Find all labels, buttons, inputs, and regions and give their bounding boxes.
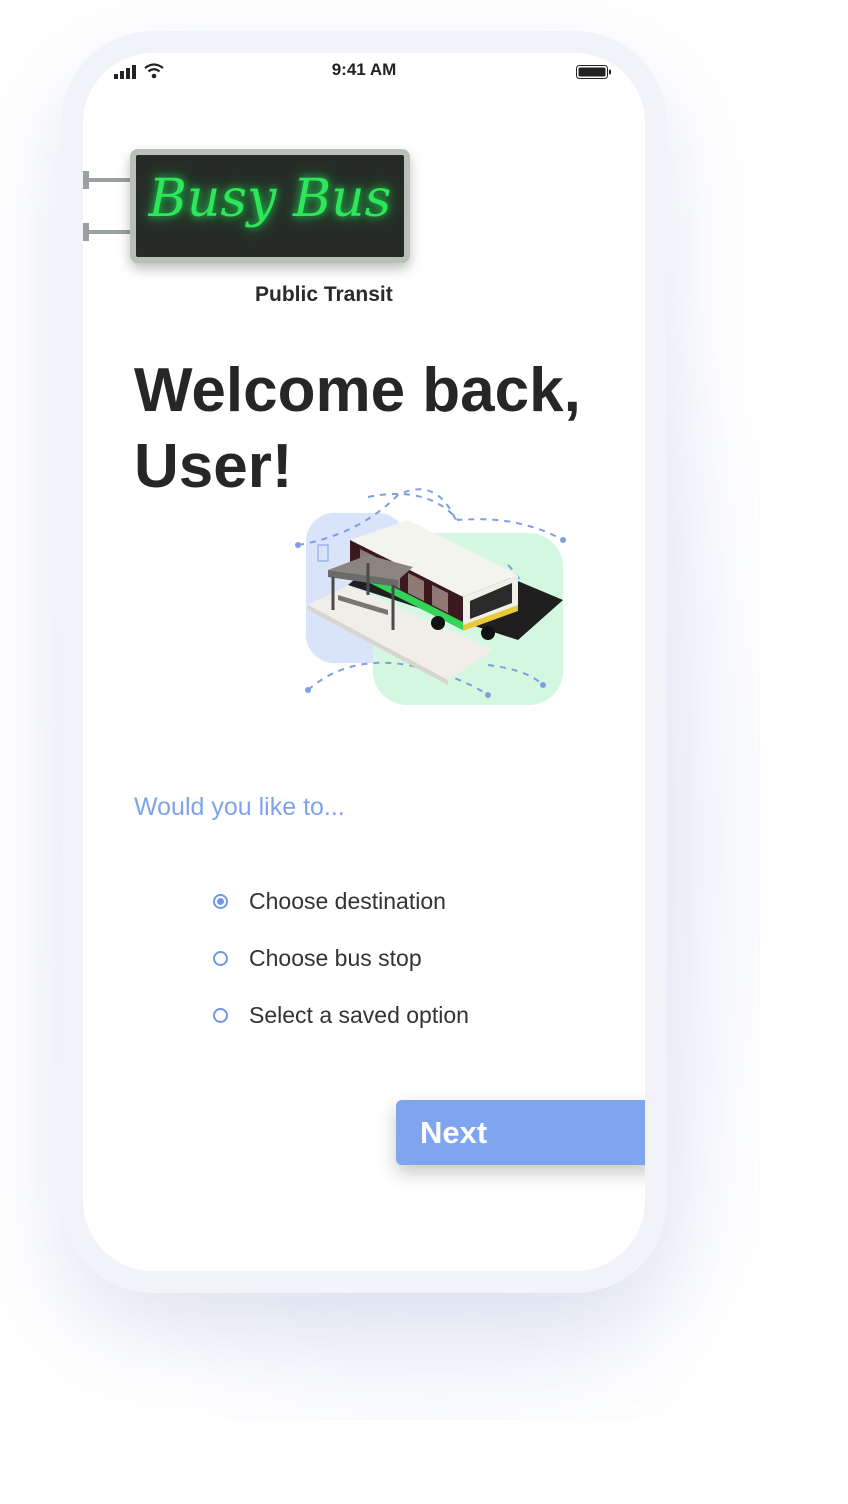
battery-icon bbox=[576, 65, 611, 79]
next-button[interactable]: Next bbox=[396, 1100, 645, 1165]
option-select-saved[interactable]: Select a saved option bbox=[211, 987, 611, 1044]
brand-logo: Busy Bus bbox=[130, 149, 410, 263]
radio-dot bbox=[217, 898, 224, 905]
brand-name: Busy Bus bbox=[148, 169, 392, 229]
route-options: Choose destination Choose bus stop Selec… bbox=[211, 873, 611, 1044]
brand-sign: Busy Bus bbox=[83, 145, 423, 275]
brand-subtitle: Public Transit bbox=[255, 283, 393, 306]
sign-bracket-icon bbox=[83, 171, 131, 241]
phone-screen: 9:41 AM Busy Bus Public Transit Welcome … bbox=[83, 53, 645, 1271]
option-label: Choose bus stop bbox=[249, 945, 422, 971]
status-time: 9:41 AM bbox=[331, 60, 397, 79]
option-label: Choose destination bbox=[249, 888, 446, 914]
page-title: Welcome back, User! bbox=[134, 353, 614, 505]
bus-stop-illustration bbox=[295, 488, 566, 705]
option-choose-destination[interactable]: Choose destination bbox=[211, 873, 611, 930]
radio-unselected-icon[interactable] bbox=[213, 1008, 228, 1023]
radio-unselected-icon[interactable] bbox=[213, 951, 228, 966]
option-choose-bus-stop[interactable]: Choose bus stop bbox=[211, 930, 611, 987]
option-label: Select a saved option bbox=[249, 1002, 469, 1028]
status-bar: 9:41 AM bbox=[83, 53, 645, 97]
welcome-line-1: Welcome back, bbox=[134, 356, 581, 425]
radio-selected-icon[interactable] bbox=[213, 894, 228, 909]
options-prompt: Would you like to... bbox=[134, 793, 345, 821]
